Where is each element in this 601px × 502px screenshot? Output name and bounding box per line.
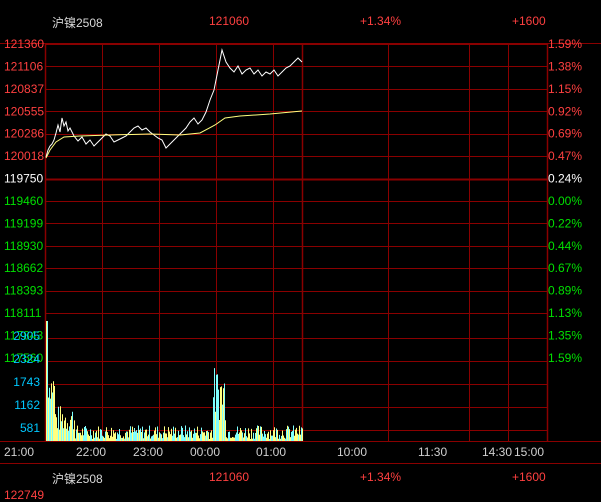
percent-axis-label: 0.67% — [548, 261, 582, 275]
percent-axis-label: 0.00% — [548, 194, 582, 208]
time-axis-label: 23:00 — [133, 445, 163, 459]
footer-open-interest-change: +1600 — [512, 470, 546, 484]
price-axis-label: 119460 — [4, 194, 43, 208]
percent-axis-label: 1.59% — [548, 351, 582, 365]
volume-axis-label: 1162 — [14, 398, 40, 412]
volume-axis-label: 581 — [20, 421, 40, 435]
price-axis-label: 119199 — [4, 216, 43, 230]
price-axis-label: 119750 — [4, 172, 43, 186]
percent-axis-label: 0.44% — [548, 239, 582, 253]
price-axis-label: 120555 — [4, 104, 44, 118]
price-axis-label: 120837 — [4, 82, 44, 96]
time-axis-label: 01:00 — [256, 445, 286, 459]
percent-axis-label: 0.92% — [548, 104, 582, 118]
time-axis-label: 15:00 — [514, 445, 544, 459]
footer-last-price: 121060 — [209, 470, 250, 484]
price-axis-label: 121360 — [4, 37, 44, 51]
price-axis-label: 120018 — [4, 149, 44, 163]
percent-axis-label: 1.13% — [548, 306, 582, 320]
percent-axis-label: 0.47% — [548, 149, 582, 163]
footer-symbol-name: 沪镍2508 — [52, 472, 103, 486]
time-axis-label: 21:00 — [4, 445, 34, 459]
time-axis-label: 00:00 — [190, 445, 220, 459]
percent-axis-label: 1.59% — [548, 37, 582, 51]
volume-axis-label: 2324 — [13, 352, 40, 366]
percent-axis-label: 0.69% — [548, 127, 582, 141]
footer-partial-value: 122749 — [4, 488, 45, 502]
percent-axis-label: 1.38% — [548, 59, 582, 73]
footer-divider — [0, 463, 601, 464]
volume-axis-label: 1743 — [13, 375, 40, 389]
price-axis-label: 118930 — [4, 239, 43, 253]
percent-axis-label: 0.89% — [548, 284, 582, 298]
time-axis-label: 14:30 — [482, 445, 512, 459]
percent-axis-label: 0.24% — [548, 172, 582, 186]
footer-change-percent: +1.34% — [360, 470, 402, 484]
price-axis-label: 120286 — [4, 127, 44, 141]
percent-axis-label: 0.22% — [548, 216, 582, 230]
time-axis-label: 10:00 — [337, 445, 367, 459]
price-axis-label: 118662 — [4, 261, 43, 275]
price-axis-label: 121106 — [4, 59, 43, 73]
price-axis-label: 118393 — [4, 284, 43, 298]
price-axis-label: 118111 — [4, 306, 42, 320]
intraday-chart: 121360 1.59% 121106 1.38% 120837 1.15% 120555 0… — [0, 37, 601, 459]
percent-axis-label: 1.35% — [548, 328, 582, 342]
quote-footer: 沪镍2508 121060 +1.34% +1600 — [0, 466, 601, 488]
volume-axis-label: 2905 — [13, 329, 40, 343]
percent-axis-label: 1.15% — [548, 82, 582, 96]
time-axis-label: 11:30 — [418, 445, 447, 459]
time-axis-label: 22:00 — [76, 445, 106, 459]
